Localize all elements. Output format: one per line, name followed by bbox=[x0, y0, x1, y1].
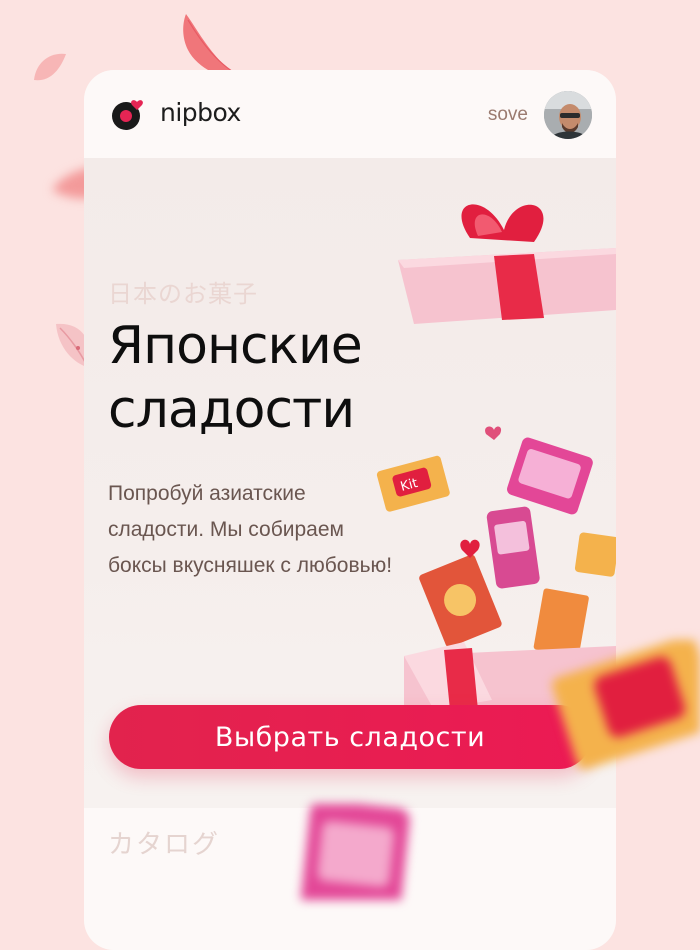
petal-decoration bbox=[34, 53, 66, 81]
choose-sweets-button[interactable]: Выбрать сладости bbox=[109, 705, 591, 769]
hero-description: Попробуй азиатские сладости. Мы собираем… bbox=[108, 482, 393, 577]
nipbox-logo-icon[interactable] bbox=[110, 96, 146, 132]
title-line-1: Японские bbox=[108, 316, 363, 376]
username[interactable]: sove bbox=[488, 104, 528, 126]
header: nipbox sove bbox=[84, 70, 616, 158]
title-line-2: сладости bbox=[108, 380, 355, 440]
catalog-jp-title: カタログ bbox=[108, 830, 221, 860]
kitkat-candy-illustration bbox=[552, 640, 700, 770]
brand-name[interactable]: nipbox bbox=[160, 98, 241, 127]
hero-jp-subtitle: 日本のお菓子 bbox=[108, 280, 258, 308]
gift-box-illustration: Kit bbox=[376, 204, 616, 710]
avatar[interactable] bbox=[544, 91, 592, 139]
page-title: Японские сладости bbox=[108, 314, 408, 442]
candy-pack-illustration bbox=[300, 804, 410, 900]
